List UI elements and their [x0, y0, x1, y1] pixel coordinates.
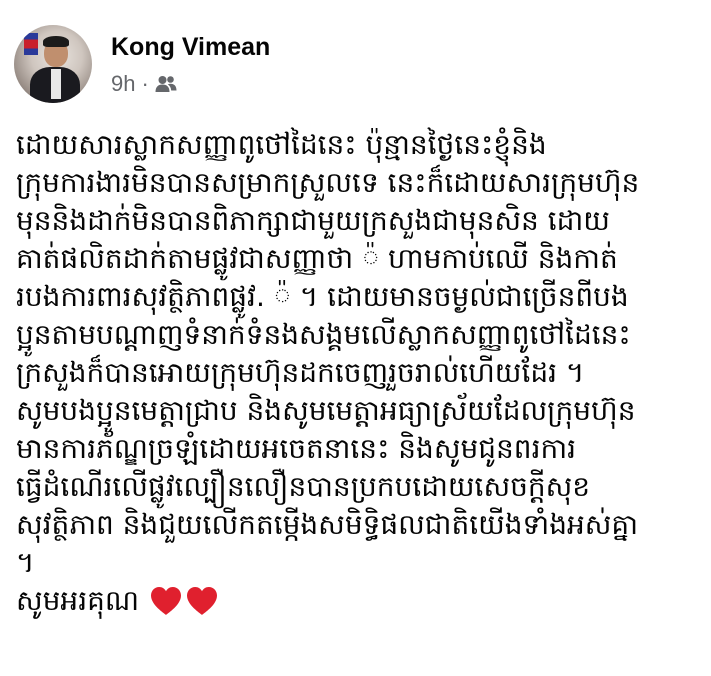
heart-icon — [149, 585, 183, 617]
post-body: ដោយសារស្លាកសញ្ញាពូថៅដៃនេះ ប៉ុន្មានថ្ងៃនេ… — [16, 126, 706, 620]
heart-icon — [185, 585, 219, 617]
post-meta: Kong Vimean 9h · — [111, 32, 270, 96]
post-timestamp[interactable]: 9h — [111, 72, 135, 96]
post-text-line: ។ — [16, 546, 35, 579]
post-text-line: មុននិងដាក់មិនបានពិភាក្សាជាមួយក្រសួងជាមុន… — [16, 204, 610, 237]
post-text-line: ក្រសួងក៏បានអោយក្រុមហ៊ុនដកចេញរួចរាល់ហើយដែ… — [16, 356, 585, 389]
closing-text: សូមអរគុណ — [16, 584, 140, 617]
post-text-line: ក្រុមការងារមិនបានសម្រាកស្រួលទេ នេះក៏ដោយស… — [16, 166, 640, 199]
post-subline: 9h · — [111, 72, 270, 96]
heart-shape — [187, 587, 218, 615]
post-text-line: របងការពារសុវត្ថិភាពផ្លូវ. ៉ ។ ដោយមានចម្ង… — [16, 280, 629, 313]
friends-icon[interactable] — [155, 75, 177, 93]
author-name[interactable]: Kong Vimean — [111, 32, 270, 62]
flag-image — [24, 33, 38, 55]
avatar[interactable] — [14, 25, 92, 103]
post-text-line: ប្អូនតាមបណ្តាញទំនាក់ទំនងសង្គមលើស្លាកសញ្ញ… — [16, 318, 631, 351]
post-text-line: ធ្វើដំណើរលើផ្លូវល្បឿនលឿនបានប្រកបដោយសេចក្… — [16, 470, 591, 503]
hearts — [149, 585, 219, 617]
post-text-line: សុវត្ថិភាព និងជួយលើកតម្កើងសមិទ្ធិផលជាតិយ… — [16, 508, 639, 541]
post-text-line: ដោយសារស្លាកសញ្ញាពូថៅដៃនេះ ប៉ុន្មានថ្ងៃនេ… — [16, 128, 547, 161]
heart-shape — [151, 587, 182, 615]
post-header: Kong Vimean 9h · — [14, 22, 270, 106]
post-text-line: គាត់ផលិតដាក់តាមផ្លូវជាសញ្ញាថា ៉ ហាមកាប់ឈ… — [16, 242, 618, 275]
facebook-post: Kong Vimean 9h · ដោយសារស្លាកសញ្ញាពូថៅដៃន… — [0, 0, 711, 676]
separator-dot: · — [141, 71, 149, 96]
post-text-line: សូមបងប្អូនមេត្តាជ្រាប និងសូមមេត្តាអធ្យាស… — [16, 394, 636, 427]
post-text-line: មានការភ័ណ្ឌច្រឡំដោយអចេតនានេះ និងសូមជូនពរ… — [16, 432, 577, 465]
closing-line: សូមអរគុណ — [16, 582, 706, 620]
